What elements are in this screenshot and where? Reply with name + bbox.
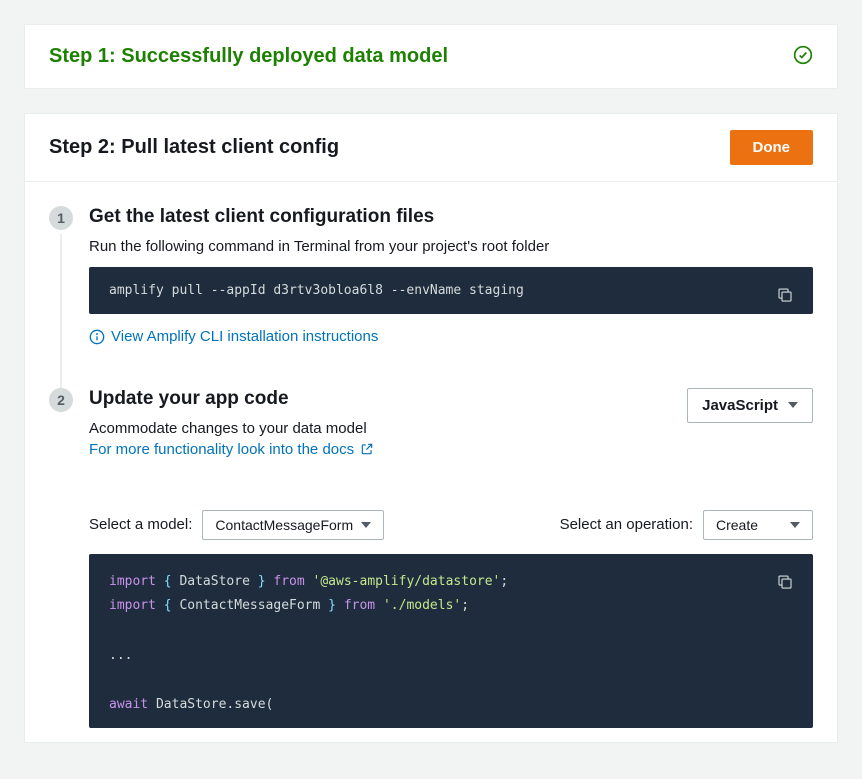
info-icon bbox=[89, 329, 105, 345]
model-select-group: Select a model: ContactMessageForm bbox=[89, 510, 384, 540]
model-select-value: ContactMessageForm bbox=[215, 517, 353, 533]
copy-cli-button[interactable] bbox=[771, 281, 799, 309]
substep-1-title: Get the latest client configuration file… bbox=[89, 206, 813, 228]
code-line-2: import { ContactMessageForm } from './mo… bbox=[109, 594, 793, 619]
docs-link-text: For more functionality look into the doc… bbox=[89, 441, 354, 458]
model-select-label: Select a model: bbox=[89, 516, 192, 533]
external-link-icon bbox=[360, 442, 374, 456]
cli-install-link-text: View Amplify CLI installation instructio… bbox=[111, 328, 378, 345]
sample-code-block: import { DataStore } from '@aws-amplify/… bbox=[89, 554, 813, 728]
language-select-value: JavaScript bbox=[702, 397, 778, 414]
cli-command-block: amplify pull --appId d3rtv3obloa6l8 --en… bbox=[89, 267, 813, 314]
copy-code-button[interactable] bbox=[771, 568, 799, 596]
chevron-down-icon bbox=[788, 402, 798, 408]
copy-icon bbox=[776, 286, 794, 304]
substep-1-badge: 1 bbox=[49, 206, 73, 230]
step2-body: 1 Get the latest client configuration fi… bbox=[25, 182, 837, 742]
substep-1-desc: Run the following command in Terminal fr… bbox=[89, 238, 813, 255]
code-line-4: await DataStore.save( bbox=[109, 693, 793, 718]
code-blank bbox=[109, 668, 793, 693]
step2-card: Step 2: Pull latest client config Done 1… bbox=[24, 113, 838, 743]
model-select[interactable]: ContactMessageForm bbox=[202, 510, 384, 540]
code-blank bbox=[109, 619, 793, 644]
step1-header: Step 1: Successfully deployed data model bbox=[25, 25, 837, 88]
docs-link[interactable]: For more functionality look into the doc… bbox=[89, 441, 374, 458]
substep-2-badge: 2 bbox=[49, 388, 73, 412]
operation-select[interactable]: Create bbox=[703, 510, 813, 540]
language-select[interactable]: JavaScript bbox=[687, 388, 813, 423]
substep-2: 2 Update your app code Acommodate change… bbox=[49, 388, 813, 742]
cli-install-link[interactable]: View Amplify CLI installation instructio… bbox=[89, 328, 378, 345]
copy-icon bbox=[776, 573, 794, 591]
cli-command-text: amplify pull --appId d3rtv3obloa6l8 --en… bbox=[109, 283, 524, 298]
substep-2-desc: Acommodate changes to your data model bbox=[89, 420, 374, 437]
step2-title: Step 2: Pull latest client config bbox=[49, 136, 339, 159]
step1-card: Step 1: Successfully deployed data model bbox=[24, 24, 838, 89]
operation-select-group: Select an operation: Create bbox=[560, 510, 813, 540]
code-line-1: import { DataStore } from '@aws-amplify/… bbox=[109, 570, 793, 595]
substep-2-content: Update your app code Acommodate changes … bbox=[89, 388, 813, 742]
success-check-icon bbox=[793, 45, 813, 68]
selects-row: Select a model: ContactMessageForm Selec… bbox=[89, 510, 813, 540]
done-button[interactable]: Done bbox=[730, 130, 814, 165]
step2-header: Step 2: Pull latest client config Done bbox=[25, 114, 837, 182]
step1-title: Step 1: Successfully deployed data model bbox=[49, 45, 448, 68]
chevron-down-icon bbox=[361, 522, 371, 528]
substep-2-title: Update your app code bbox=[89, 388, 374, 410]
chevron-down-icon bbox=[790, 522, 800, 528]
operation-select-value: Create bbox=[716, 517, 758, 533]
operation-select-label: Select an operation: bbox=[560, 516, 693, 533]
substep-1: 1 Get the latest client configuration fi… bbox=[49, 206, 813, 348]
code-ellipsis: ... bbox=[109, 644, 793, 669]
substep-1-content: Get the latest client configuration file… bbox=[89, 206, 813, 348]
